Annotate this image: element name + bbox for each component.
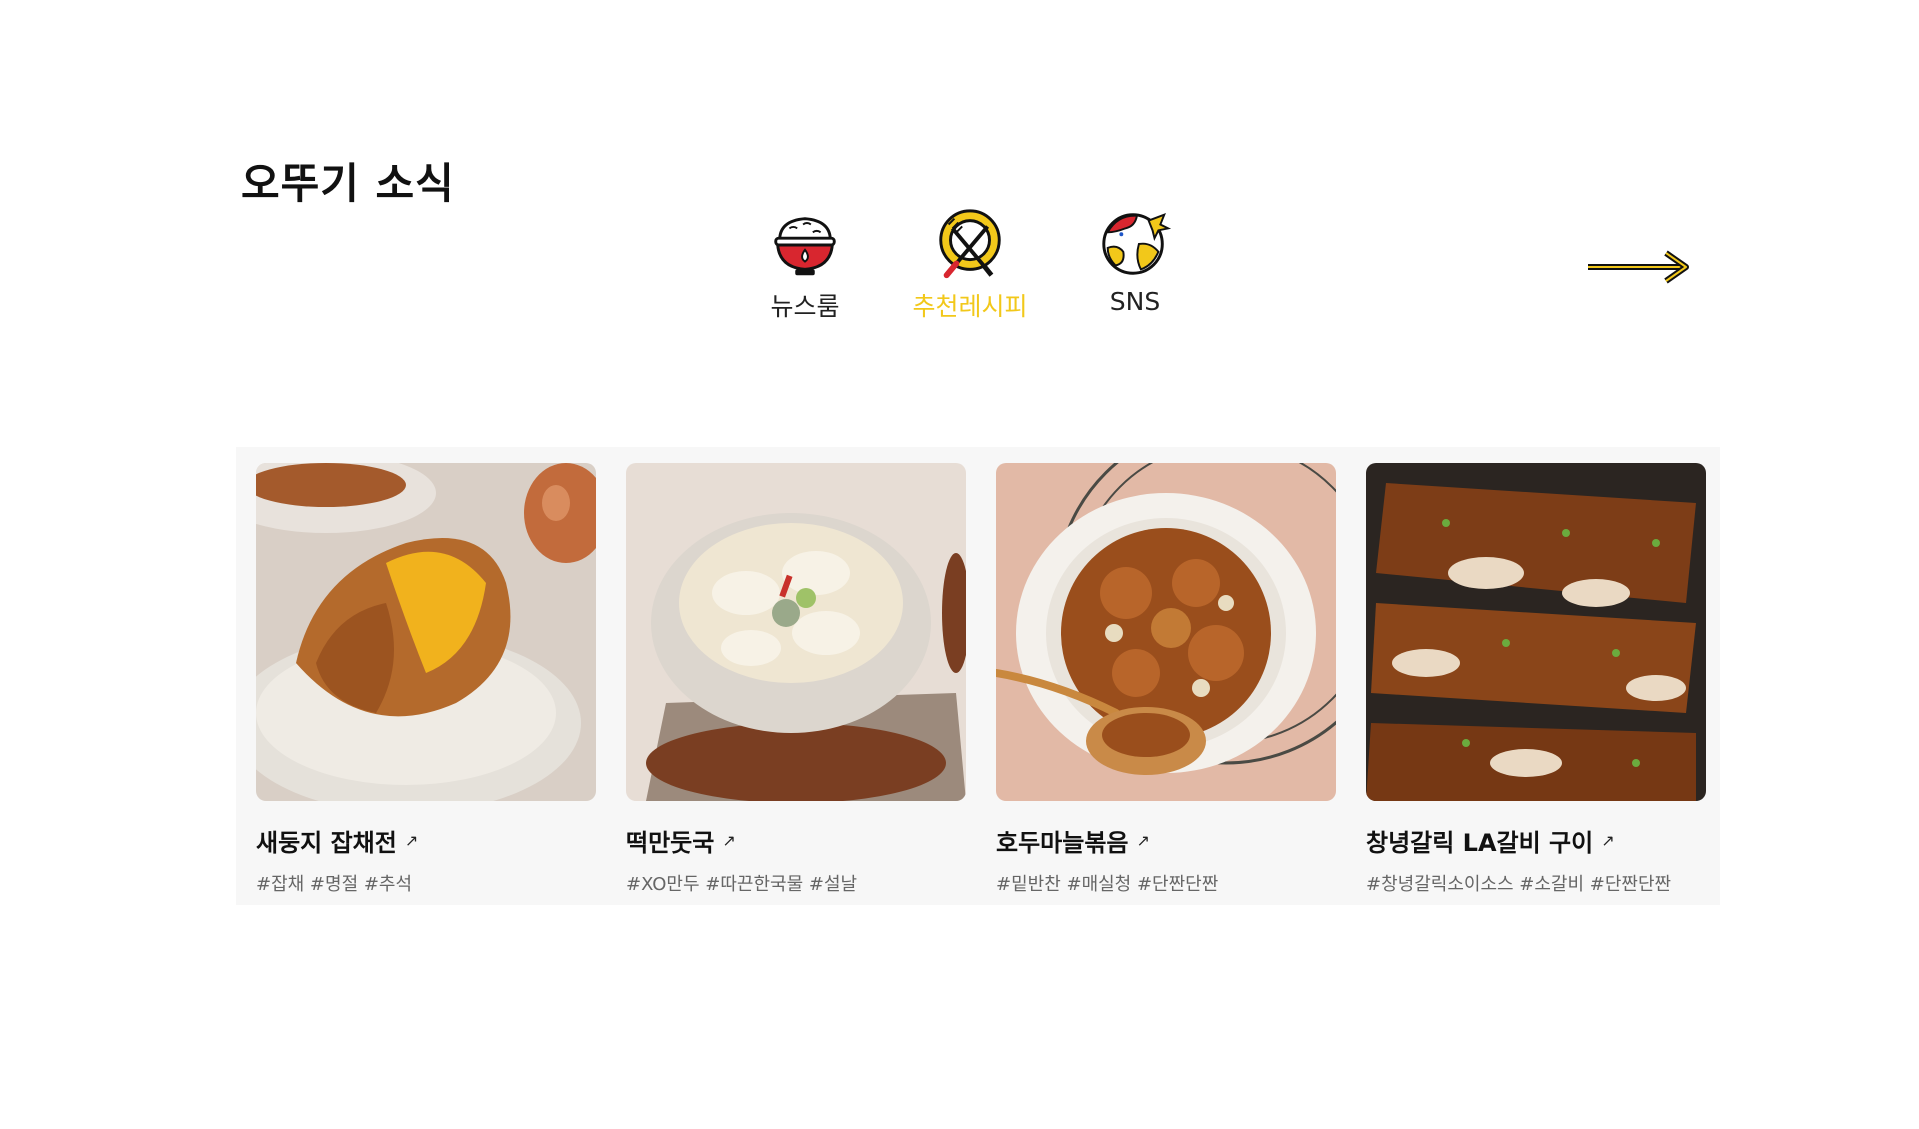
external-link-icon: ↗ bbox=[1601, 831, 1615, 850]
recipe-title-text: 새둥지 잡채전 bbox=[256, 829, 397, 857]
tab-label: 추천레시피 bbox=[912, 292, 1028, 321]
section-title: 오뚜기 소식 bbox=[241, 159, 455, 208]
la-galbi-photo bbox=[1366, 463, 1706, 801]
tab-recipes[interactable]: 추천레시피 bbox=[895, 205, 1045, 323]
tab-label: 뉴스룸 bbox=[770, 292, 840, 321]
arrow-right-icon[interactable] bbox=[1586, 249, 1690, 285]
recipe-card[interactable]: 창녕갈릭 LA갈비 구이 ↗ #창녕갈릭소이소스 #소갈비 #단짠단짠 bbox=[1366, 463, 1706, 896]
walnut-garlic-photo bbox=[996, 463, 1336, 801]
category-tabs: 뉴스룸 추천레시피 SNS bbox=[730, 205, 1200, 325]
external-link-icon: ↗ bbox=[404, 831, 419, 850]
recipe-tags: #잡채 #명절 #추석 bbox=[256, 874, 413, 895]
recipe-title[interactable]: 호두마늘볶음 ↗ bbox=[996, 823, 1336, 858]
globe-icon bbox=[1102, 213, 1172, 275]
recipe-tags: #창녕갈릭소이소스 #소갈비 #단짠단짠 bbox=[1366, 874, 1672, 895]
tab-sns[interactable]: SNS bbox=[1060, 205, 1210, 316]
plate-fork-knife-icon bbox=[939, 209, 1001, 279]
dumpling-soup-photo bbox=[626, 463, 966, 801]
recipe-title[interactable]: 새둥지 잡채전 ↗ bbox=[256, 823, 596, 858]
rice-bowl-icon bbox=[774, 217, 836, 276]
tab-newsroom[interactable]: 뉴스룸 bbox=[730, 205, 880, 323]
external-link-icon: ↗ bbox=[722, 831, 736, 850]
recipe-tags: #밑반찬 #매실청 #단짠단짠 bbox=[996, 874, 1219, 895]
recipe-tags: #XO만두 #따끈한국물 #설날 bbox=[626, 874, 858, 895]
recipe-title-text: 떡만둣국 bbox=[626, 829, 715, 857]
recipe-title-text: 호두마늘볶음 bbox=[996, 829, 1129, 857]
recipe-card[interactable]: 새둥지 잡채전 ↗ #잡채 #명절 #추석 bbox=[256, 463, 596, 896]
recipe-card[interactable]: 호두마늘볶음 ↗ #밑반찬 #매실청 #단짠단짠 bbox=[996, 463, 1336, 896]
tab-label: SNS bbox=[1109, 287, 1161, 316]
recipe-list: 새둥지 잡채전 ↗ #잡채 #명절 #추석 떡만둣국 ↗ #XO만두 #따끈한국… bbox=[236, 447, 1720, 905]
japchae-pancake-photo bbox=[256, 463, 596, 801]
recipe-title[interactable]: 창녕갈릭 LA갈비 구이 ↗ bbox=[1366, 823, 1706, 858]
recipe-title[interactable]: 떡만둣국 ↗ bbox=[626, 823, 966, 858]
recipe-title-text: 창녕갈릭 LA갈비 구이 bbox=[1366, 829, 1594, 857]
external-link-icon: ↗ bbox=[1136, 831, 1150, 850]
recipe-card[interactable]: 떡만둣국 ↗ #XO만두 #따끈한국물 #설날 bbox=[626, 463, 966, 896]
